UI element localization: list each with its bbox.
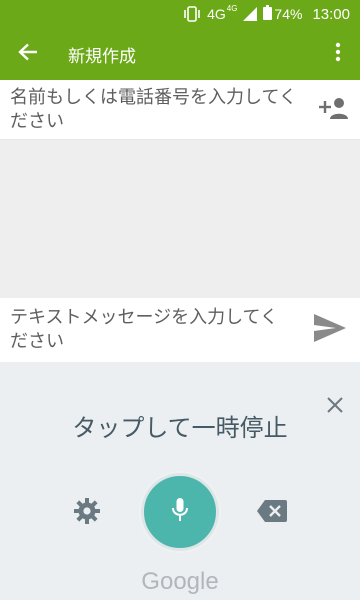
send-button[interactable] xyxy=(300,298,360,362)
send-icon xyxy=(314,314,346,346)
battery-icon xyxy=(263,5,273,23)
back-button[interactable] xyxy=(0,28,56,80)
recipient-row: 名前もしくは電話番号を入力してください xyxy=(0,80,360,140)
microphone-button[interactable] xyxy=(141,473,219,551)
battery-indicator: 74% xyxy=(263,5,302,23)
backspace-icon xyxy=(257,500,287,526)
clock: 13:00 xyxy=(312,5,350,23)
signal-icon xyxy=(243,7,258,21)
voice-settings-button[interactable] xyxy=(72,498,102,528)
status-bar: 4G 4G 74% 13:00 xyxy=(0,0,360,28)
arrow-back-icon xyxy=(18,43,38,65)
overflow-menu-button[interactable] xyxy=(316,28,360,80)
backspace-button[interactable] xyxy=(256,500,288,526)
more-vert-icon xyxy=(335,42,341,66)
conversation-area xyxy=(0,140,360,298)
mic-icon xyxy=(171,497,189,527)
voice-status-text: タップして一時停止 xyxy=(72,414,288,442)
person-add-icon xyxy=(319,97,349,123)
message-input[interactable]: テキストメッセージを入力してください xyxy=(0,306,300,354)
page-title: 新規作成 xyxy=(68,46,136,67)
network-type: 4G 4G xyxy=(207,4,238,22)
voice-input-panel: タップして一時停止 Google xyxy=(0,362,360,600)
settings-icon xyxy=(74,498,100,528)
vibrate-icon xyxy=(183,6,201,22)
network-label: 4G xyxy=(207,6,226,22)
add-contact-button[interactable] xyxy=(308,80,360,140)
compose-row: テキストメッセージを入力してください xyxy=(0,298,360,362)
battery-percent: 74% xyxy=(274,6,303,22)
app-bar: 新規作成 xyxy=(0,28,360,80)
recipient-input[interactable]: 名前もしくは電話番号を入力してください xyxy=(0,86,308,134)
google-logo: Google xyxy=(141,568,219,595)
network-sup-label: 4G xyxy=(226,4,238,13)
